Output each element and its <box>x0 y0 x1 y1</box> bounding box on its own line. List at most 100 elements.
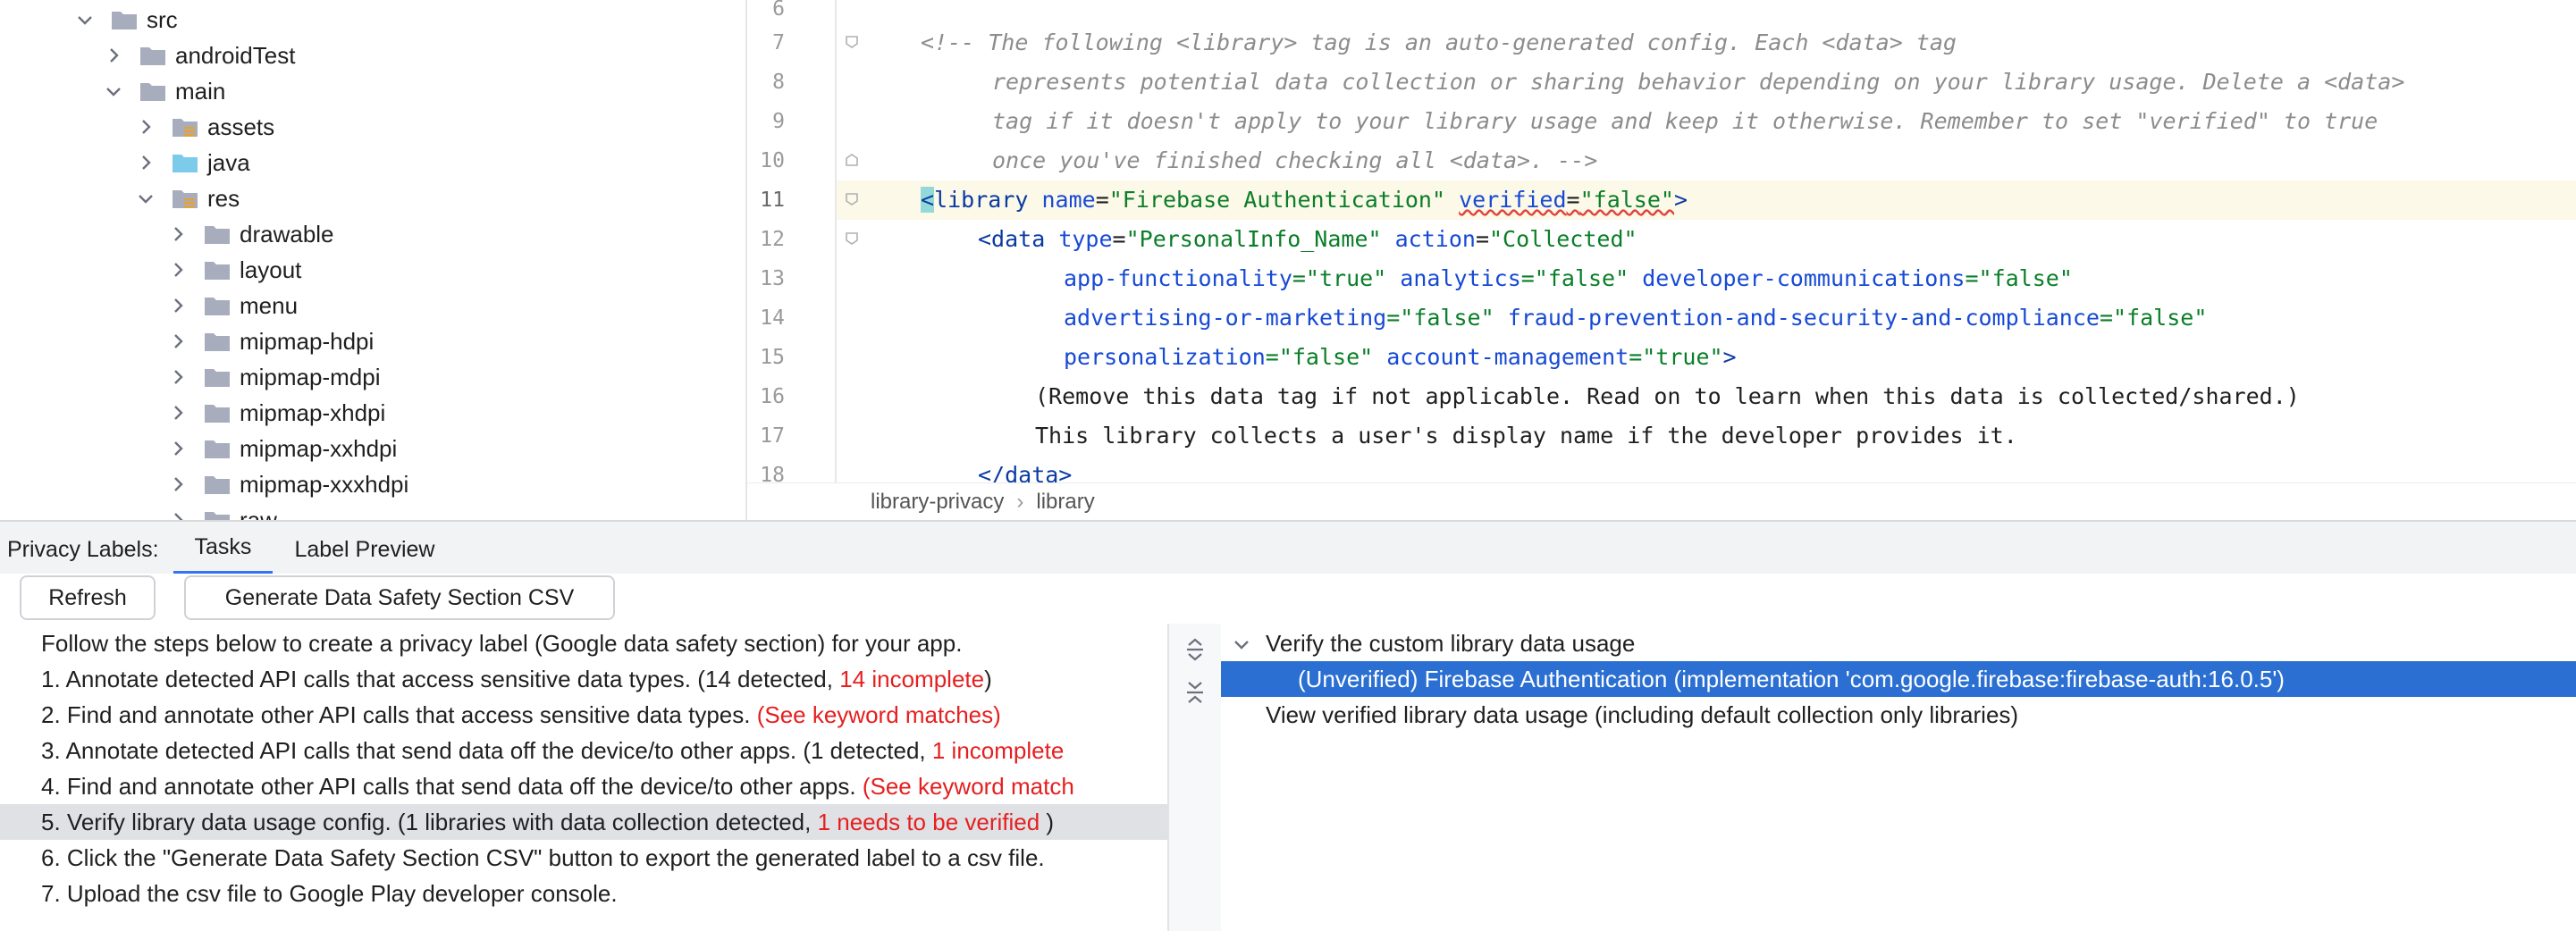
tree-item-mipmap-xxhdpi[interactable]: mipmap-xxhdpi <box>168 431 397 466</box>
library-item-firebase-auth[interactable]: (Unverified) Firebase Authentication (im… <box>1221 661 2576 697</box>
tree-item-menu[interactable]: menu <box>168 288 298 323</box>
tree-item-label: src <box>147 5 178 33</box>
tree-item-mipmap-mdpi[interactable]: mipmap-mdpi <box>168 359 381 395</box>
generate-csv-button[interactable]: Generate Data Safety Section CSV <box>184 575 615 620</box>
line-number: 15 <box>760 346 785 369</box>
tree-item-raw[interactable]: raw <box>168 502 277 520</box>
fold-marker-icon[interactable] <box>846 193 858 205</box>
chevron-right-icon[interactable] <box>168 296 188 315</box>
task-step-6[interactable]: 6. Click the "Generate Data Safety Secti… <box>0 840 1167 876</box>
line-number: 11 <box>760 189 785 212</box>
keyword-matches-link[interactable]: (See keyword match <box>863 773 1074 800</box>
needs-verification-link[interactable]: 1 needs to be verified <box>818 809 1040 835</box>
tab-label-preview[interactable]: Label Preview <box>273 524 456 575</box>
tree-item-drawable[interactable]: drawable <box>168 216 334 252</box>
tree-item-mipmap-xxxhdpi[interactable]: mipmap-xxxhdpi <box>168 466 408 502</box>
project-tree: src androidTest main assets java res dra… <box>0 0 745 520</box>
tree-item-java[interactable]: java <box>136 145 250 180</box>
attr-value: ="true" <box>1292 265 1387 291</box>
chevron-right-icon[interactable] <box>168 331 188 351</box>
line-number: 10 <box>760 149 785 172</box>
tree-item-label: mipmap-mdpi <box>240 363 381 390</box>
refresh-button[interactable]: Refresh <box>20 575 156 620</box>
line-number: 8 <box>772 71 785 94</box>
code-editor[interactable]: 6 7 8 9 10 11 12 13 14 15 16 17 18 <!-- … <box>745 0 2576 520</box>
attr-name: fraud-prevention-and-security-and-compli… <box>1494 305 2100 331</box>
task-step-7[interactable]: 7. Upload the csv file to Google Play de… <box>0 876 1167 911</box>
chevron-right-icon[interactable] <box>168 439 188 458</box>
chevron-right-icon[interactable] <box>168 474 188 494</box>
folder-icon <box>204 402 231 424</box>
folder-icon <box>111 9 138 30</box>
verify-group-row[interactable]: Verify the custom library data usage <box>1221 625 2576 661</box>
fold-marker-icon[interactable] <box>846 36 858 48</box>
collapse-all-icon[interactable] <box>1183 679 1207 706</box>
tree-item-androidtest[interactable]: androidTest <box>104 38 295 73</box>
code-line-14: advertising-or-marketing="false" fraud-p… <box>1064 298 2207 338</box>
panel-splitter-toolbar <box>1167 624 1223 931</box>
incomplete-link[interactable]: 1 incomplete <box>932 737 1064 764</box>
tree-item-label: raw <box>240 506 277 521</box>
folder-icon <box>204 295 231 316</box>
line-number: 16 <box>760 385 785 408</box>
expand-all-icon[interactable] <box>1183 636 1207 663</box>
library-verify-tree: Verify the custom library data usage (Un… <box>1221 624 2576 931</box>
tree-item-label: java <box>207 148 250 176</box>
bracket-match: < <box>921 187 935 213</box>
tool-window-title: Privacy Labels: <box>7 536 159 562</box>
breadcrumb-item[interactable]: library-privacy <box>871 490 1004 515</box>
chevron-right-icon[interactable] <box>168 260 188 280</box>
chevron-right-icon[interactable] <box>136 153 156 172</box>
code-line-12: <data type="PersonalInfo_Name" action="C… <box>978 220 1637 259</box>
folder-icon <box>204 331 231 352</box>
task-step-5[interactable]: 5. Verify library data usage config. (1 … <box>0 804 1167 840</box>
chevron-right-icon[interactable] <box>168 224 188 244</box>
fold-marker-icon[interactable] <box>846 232 858 245</box>
task-step-3[interactable]: 3. Annotate detected API calls that send… <box>0 733 1167 768</box>
tree-item-assets[interactable]: assets <box>136 109 274 145</box>
folder-icon <box>139 80 166 102</box>
keyword-matches-link[interactable]: (See keyword matches) <box>757 701 1001 728</box>
chevron-right-icon[interactable] <box>104 46 123 65</box>
code-line-7: <!-- The following <library> tag is an a… <box>921 29 1957 55</box>
equals: = <box>1112 226 1126 252</box>
tree-item-src[interactable]: src <box>75 2 178 38</box>
tree-item-layout[interactable]: layout <box>168 252 301 288</box>
chevron-right-icon[interactable] <box>136 117 156 137</box>
folder-icon <box>139 45 166 66</box>
tree-item-res[interactable]: res <box>136 180 240 216</box>
chevron-down-icon[interactable] <box>1232 634 1251 654</box>
chevron-right-icon[interactable] <box>168 510 188 520</box>
code-line-17: This library collects a user's display n… <box>1035 423 2017 449</box>
attr-value: ="true" <box>1629 344 1723 370</box>
task-step-4[interactable]: 4. Find and annotate other API calls tha… <box>0 768 1167 804</box>
chevron-right-icon[interactable] <box>168 367 188 387</box>
tree-item-mipmap-xhdpi[interactable]: mipmap-xhdpi <box>168 395 385 431</box>
breadcrumb-item[interactable]: library <box>1036 490 1094 515</box>
tree-item-label: assets <box>207 113 275 140</box>
tree-item-label: drawable <box>240 220 334 247</box>
chevron-down-icon[interactable] <box>136 189 156 208</box>
incomplete-link[interactable]: 14 incomplete <box>839 666 984 692</box>
verified-libraries-row[interactable]: View verified library data usage (includ… <box>1221 697 2576 733</box>
task-step-2[interactable]: 2. Find and annotate other API calls tha… <box>0 697 1167 733</box>
chevron-right-icon[interactable] <box>168 403 188 423</box>
tree-item-mipmap-hdpi[interactable]: mipmap-hdpi <box>168 323 374 359</box>
task-step-1[interactable]: 1. Annotate detected API calls that acce… <box>0 661 1167 697</box>
tree-item-main[interactable]: main <box>104 73 225 109</box>
resources-folder-icon <box>172 188 198 209</box>
chevron-down-icon[interactable] <box>75 10 95 29</box>
library-item-label: (Unverified) Firebase Authentication (im… <box>1298 666 2285 692</box>
attr-value: "Firebase Authentication" <box>1108 187 1446 213</box>
fold-marker-icon[interactable] <box>846 154 858 166</box>
attr-name: developer-communications <box>1629 265 1966 291</box>
tab-tasks[interactable]: Tasks <box>173 524 274 575</box>
tree-item-label: mipmap-xxxhdpi <box>240 470 409 498</box>
line-number: 7 <box>772 31 785 55</box>
folder-icon <box>204 474 231 495</box>
tag-name: library <box>934 187 1029 213</box>
attr-name: type <box>1045 226 1113 252</box>
attr-value: ="false" <box>2099 305 2208 331</box>
chevron-down-icon[interactable] <box>104 81 123 101</box>
verify-group-label: Verify the custom library data usage <box>1266 630 1636 657</box>
